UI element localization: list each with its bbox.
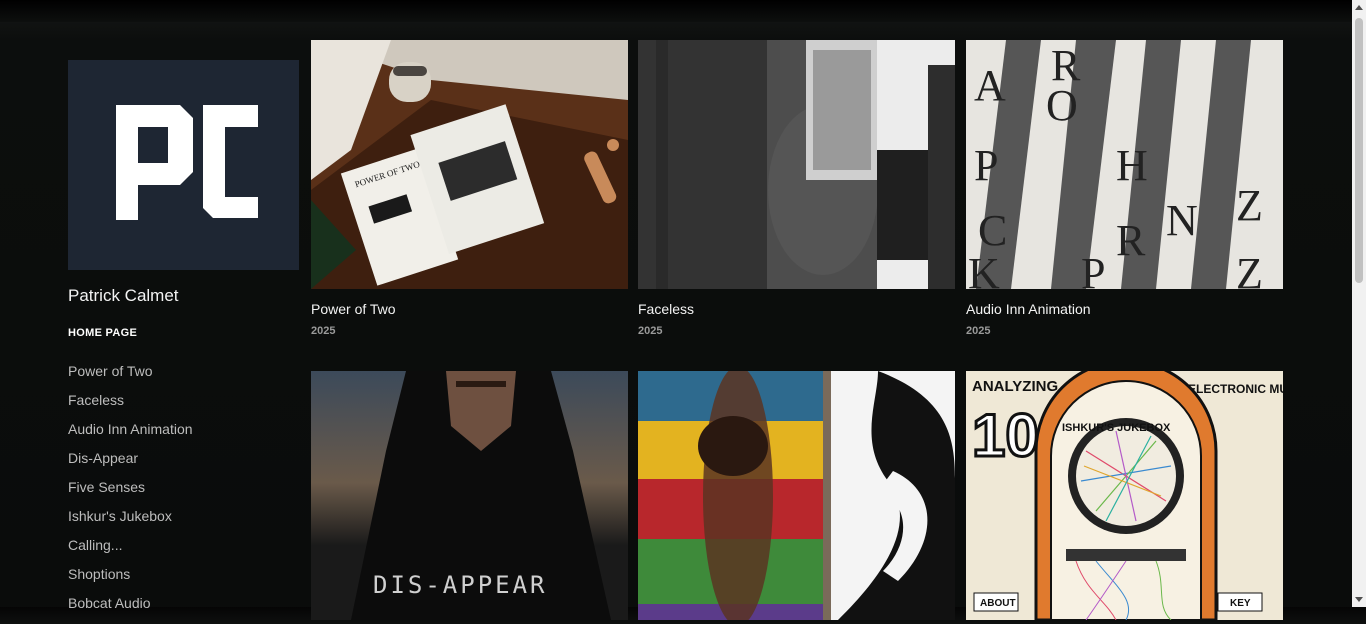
project-thumbnail[interactable] [638,40,955,289]
nav-item-ishkurs-jukebox[interactable]: Ishkur's Jukebox [68,508,193,537]
page-scrollbar[interactable] [1352,0,1366,607]
svg-text:R: R [1051,41,1081,90]
project-thumbnail[interactable]: POWER OF TWO [311,40,628,289]
project-year: 2025 [311,325,336,337]
logo[interactable] [68,60,299,270]
svg-text:P: P [1081,249,1105,289]
nav-item-power-of-two[interactable]: Power of Two [68,363,193,392]
svg-text:KEY: KEY [1230,598,1251,609]
project-tile-audio-inn-animation[interactable]: A P C K O R P H R N Z Z Audio Inn Animat… [966,40,1283,337]
nav-item-calling[interactable]: Calling... [68,537,193,566]
svg-text:ABOUT: ABOUT [980,598,1016,609]
project-nav: Power of Two Faceless Audio Inn Animatio… [68,363,193,624]
project-tile-faceless[interactable]: Faceless 2025 [638,40,955,337]
home-page-link[interactable]: HOME PAGE [68,327,137,339]
top-bar [0,0,1352,22]
project-year: 2025 [966,325,991,337]
svg-text:P: P [974,141,998,190]
project-tile-dis-appear[interactable]: DIS-APPEAR [311,371,628,620]
svg-text:R: R [1116,216,1146,265]
scroll-up-arrow-icon[interactable] [1355,5,1363,10]
project-tile-ishkurs-jukebox[interactable]: ANALYZING 100 ELECTRONIC MUSIC GENRES IS… [966,371,1283,620]
project-title[interactable]: Faceless [638,301,955,317]
project-thumbnail[interactable] [638,371,955,620]
project-thumbnail[interactable]: A P C K O R P H R N Z Z [966,40,1283,289]
scrollbar-thumb[interactable] [1355,18,1363,283]
project-title[interactable]: Audio Inn Animation [966,301,1283,317]
project-tile-power-of-two[interactable]: POWER OF TWO Power of Two 2025 [311,40,628,337]
nav-item-five-senses[interactable]: Five Senses [68,479,193,508]
site-name[interactable]: Patrick Calmet [68,286,179,306]
svg-text:ISHKUR'S JUKEBOX: ISHKUR'S JUKEBOX [1062,422,1171,434]
nav-item-audio-inn-animation[interactable]: Audio Inn Animation [68,421,193,450]
project-title[interactable]: Power of Two [311,301,628,317]
svg-text:ANALYZING: ANALYZING [972,378,1058,395]
svg-text:A: A [974,61,1006,110]
svg-text:Z: Z [1236,181,1263,230]
nav-item-shoptions[interactable]: Shoptions [68,566,193,595]
svg-text:N: N [1166,196,1198,245]
project-tile-five-senses[interactable] [638,371,955,620]
project-year: 2025 [638,325,663,337]
svg-text:ELECTRONIC MUSIC GENRES: ELECTRONIC MUSIC GENRES [1188,382,1283,396]
nav-item-faceless[interactable]: Faceless [68,392,193,421]
svg-text:Z: Z [1236,249,1263,289]
pc-monogram-icon [116,105,258,220]
svg-text:K: K [968,249,1000,289]
svg-text:DIS-APPEAR: DIS-APPEAR [373,571,548,599]
project-thumbnail[interactable]: DIS-APPEAR [311,371,628,620]
nav-item-bobcat-audio[interactable]: Bobcat Audio [68,595,193,624]
svg-text:C: C [978,206,1007,255]
svg-text:H: H [1116,141,1148,190]
nav-item-dis-appear[interactable]: Dis-Appear [68,450,193,479]
project-thumbnail[interactable]: ANALYZING 100 ELECTRONIC MUSIC GENRES IS… [966,371,1283,620]
scroll-down-arrow-icon[interactable] [1355,597,1363,602]
